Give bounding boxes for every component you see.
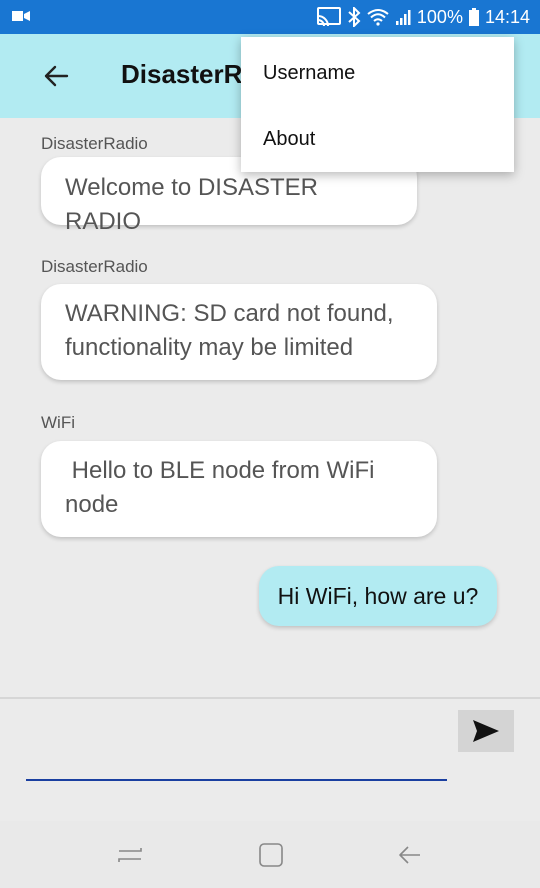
message-text: Hi WiFi, how are u?: [277, 583, 479, 609]
status-time: 14:14: [484, 6, 530, 27]
input-underline: [26, 779, 447, 781]
overflow-menu: Username About: [241, 37, 514, 172]
battery-percent: 100%: [416, 6, 463, 27]
message-input[interactable]: [26, 729, 451, 783]
message-list: DisasterRadio Welcome to DISASTER RADIO …: [0, 118, 540, 698]
menu-item-username[interactable]: Username: [241, 40, 514, 106]
message-text: Hello to BLE node from WiFi node: [65, 457, 382, 518]
cast-icon: [316, 7, 341, 27]
message-text: WARNING: SD card not found, functionalit…: [65, 300, 394, 361]
video-icon: [12, 11, 30, 21]
home-icon[interactable]: [257, 841, 285, 869]
wifi-icon: [367, 9, 389, 26]
message-sender: DisasterRadio: [41, 257, 148, 276]
bluetooth-icon: [348, 7, 361, 27]
message-bubble: Hello to BLE node from WiFi node: [41, 441, 437, 537]
message-text: Welcome to DISASTER RADIO: [65, 174, 318, 235]
send-button[interactable]: [458, 710, 514, 752]
signal-icon: [395, 10, 411, 25]
message-sender: WiFi: [41, 413, 75, 432]
send-icon: [473, 720, 499, 742]
status-icons: 100% 14:14: [316, 6, 530, 28]
menu-item-about[interactable]: About: [241, 106, 514, 172]
message-bubble: WARNING: SD card not found, functionalit…: [41, 284, 437, 380]
outgoing-message-bubble: Hi WiFi, how are u?: [259, 566, 497, 626]
composer: [0, 699, 540, 821]
battery-icon: [468, 8, 479, 26]
status-bar: 100% 14:14: [0, 0, 540, 34]
navigation-bar: [0, 821, 540, 888]
recents-icon[interactable]: [116, 841, 144, 869]
back-arrow-icon[interactable]: [40, 60, 76, 92]
message-sender: DisasterRadio: [41, 134, 148, 153]
back-icon[interactable]: [396, 841, 424, 869]
